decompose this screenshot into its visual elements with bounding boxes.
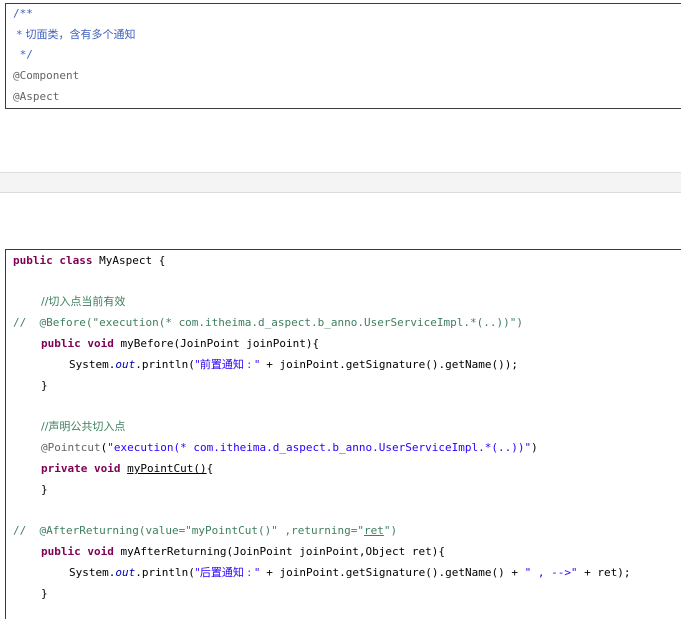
code-text: .println( xyxy=(135,358,195,371)
keyword: public void xyxy=(41,545,114,558)
code-text: System. xyxy=(69,566,116,579)
code-text: ) xyxy=(531,441,538,454)
component-annotation: @Component xyxy=(13,69,80,82)
code-text: { xyxy=(206,462,214,475)
annotation: @Pointcut xyxy=(41,441,101,454)
string-literal: " , -->" xyxy=(524,566,578,579)
pointcut-annotation: @Pointcut("execution(* com.itheima.d_asp… xyxy=(41,440,538,456)
code-text: .println( xyxy=(135,566,195,579)
javadoc-close: */ xyxy=(13,48,33,61)
code-block-header: /** * 切面类，含有多个通知 */ @Component @Aspect xyxy=(5,3,681,109)
method-name: myPointCut() xyxy=(127,462,207,475)
mybefore-body: System.out.println("前置通知 : " + joinPoint… xyxy=(69,357,518,373)
code-text: System. xyxy=(69,358,116,371)
string-literal: "前置通知 : " xyxy=(194,358,260,371)
keyword: public void xyxy=(41,337,114,350)
method-signature: myAfterReturning(JoinPoint joinPoint,Obj… xyxy=(113,545,445,558)
class-declaration: public class MyAspect { xyxy=(13,253,165,269)
commented-before-annotation: // @Before("execution(* com.itheima.d_as… xyxy=(13,316,523,329)
returning-name: ret xyxy=(364,524,384,537)
static-field-out: out xyxy=(115,358,136,371)
myafterreturning-body: System.out.println("后置通知 : " + joinPoint… xyxy=(69,565,631,581)
javadoc-open: /** xyxy=(13,7,33,20)
comment-text: //切入点当前有效 xyxy=(41,295,126,308)
myafterreturning-declaration: public void myAfterReturning(JoinPoint j… xyxy=(41,544,445,560)
code-text: + joinPoint.getSignature().getName()); xyxy=(259,358,518,371)
code-block-class: public class MyAspect { //切入点当前有效 // @Be… xyxy=(5,249,681,619)
string-literal: "后置通知 : " xyxy=(194,566,260,579)
commented-afterreturning-annotation: // @AfterReturning(value="myPointCut()" … xyxy=(13,523,397,539)
javadoc-text: * 切面类，含有多个通知 xyxy=(13,28,136,41)
method-signature: myBefore(JoinPoint joinPoint){ xyxy=(113,337,320,350)
comment-common-pointcut: //声明公共切入点 xyxy=(41,419,125,435)
string-literal: "execution(* com.itheima.d_aspect.b_anno… xyxy=(107,441,532,454)
static-field-out: out xyxy=(115,566,136,579)
mypointcut-declaration: private void myPointCut(){ xyxy=(41,461,213,477)
code-text: + joinPoint.getSignature().getName() + xyxy=(259,566,525,579)
code-text: // @AfterReturning(value="myPointCut()" … xyxy=(13,524,364,537)
comment-pointcut-active: //切入点当前有效 xyxy=(41,294,125,310)
keyword: public class xyxy=(13,254,93,267)
class-name: MyAspect { xyxy=(92,254,166,267)
mybefore-declaration: public void myBefore(JoinPoint joinPoint… xyxy=(41,336,319,352)
comment-text: //声明公共切入点 xyxy=(41,420,126,433)
aspect-annotation: @Aspect xyxy=(13,90,60,103)
code-text: + ret); xyxy=(577,566,631,579)
javadoc-description: * 切面类，含有多个通知 xyxy=(13,27,136,43)
section-separator xyxy=(0,172,681,193)
closing-brace: } xyxy=(41,587,48,600)
closing-brace: } xyxy=(41,379,48,392)
keyword: private void xyxy=(41,462,121,475)
closing-brace: } xyxy=(41,483,48,496)
code-text: ") xyxy=(383,524,398,537)
